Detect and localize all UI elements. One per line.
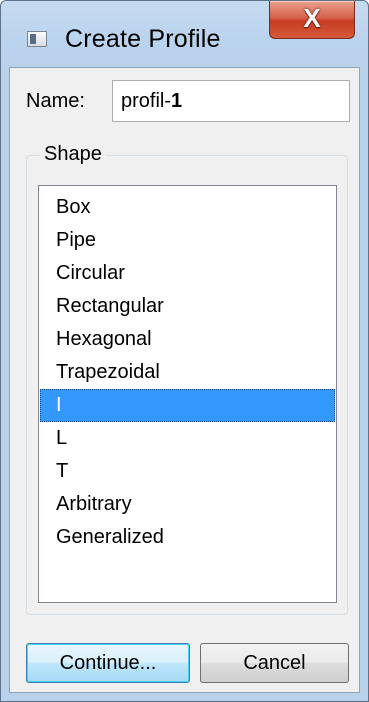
shape-list-item[interactable]: Hexagonal [40,323,335,356]
shape-list-item[interactable]: I [40,389,335,422]
shape-list-item[interactable]: Generalized [40,521,335,554]
close-button[interactable]: X [269,1,355,39]
shape-list-item[interactable]: T [40,455,335,488]
cancel-button[interactable]: Cancel [200,643,349,683]
name-label: Name: [26,90,85,112]
close-icon: X [303,3,321,33]
window-title: Create Profile [65,25,221,53]
shape-group-legend: Shape [40,143,106,166]
window-app-icon [27,31,47,47]
title-bar[interactable]: Create Profile X [1,1,368,67]
shape-list-item[interactable]: L [40,422,335,455]
shape-list-item[interactable]: Box [40,191,335,224]
shape-list-item[interactable]: Pipe [40,224,335,257]
shape-list-item[interactable]: Arbitrary [40,488,335,521]
shape-listbox[interactable]: Box Pipe Circular Rectangular Hexagonal Trape… [38,185,337,603]
shape-list-item[interactable]: Trapezoidal [40,356,335,389]
shape-list-item[interactable]: Rectangular [40,290,335,323]
continue-button[interactable]: Continue... [26,643,190,683]
name-input[interactable]: profil-1 [112,80,350,122]
name-value-suffix: 1 [171,90,183,112]
shape-list-item[interactable]: Circular [40,257,335,290]
name-value-prefix: profil- [121,90,172,112]
